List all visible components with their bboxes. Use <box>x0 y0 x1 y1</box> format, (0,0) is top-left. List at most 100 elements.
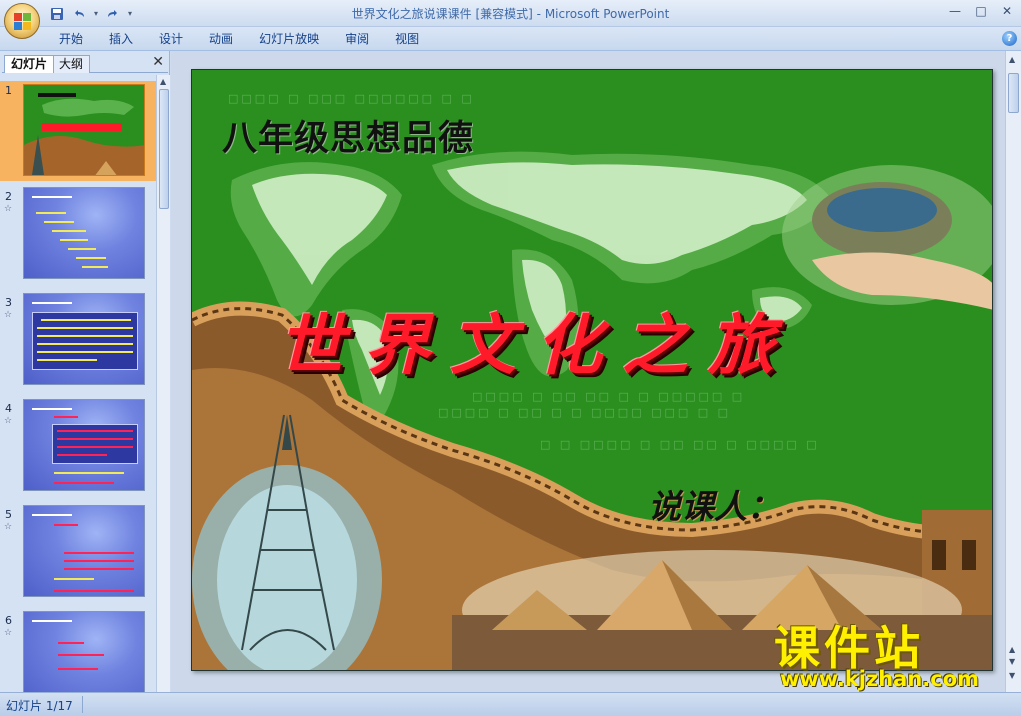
scroll-down-icon[interactable]: ▼ <box>1009 657 1015 666</box>
slide-thumbnail[interactable] <box>23 293 145 385</box>
status-bar: 幻灯片 1/17 <box>0 692 1021 716</box>
thumbnail-row[interactable]: 4 ☆ <box>0 399 156 499</box>
thumbnail-row[interactable]: 3 ☆ <box>0 293 156 393</box>
thumbnail-text-line <box>54 482 114 484</box>
office-button[interactable] <box>4 3 40 39</box>
thumbnail-text-box <box>52 424 138 464</box>
pane-close-icon[interactable]: ✕ <box>152 54 164 70</box>
thumbnail-heading <box>32 514 72 516</box>
editor-scrollbar[interactable]: ▲ ▲ ▼ ▼ <box>1005 51 1021 692</box>
thumbnail-bullet <box>76 257 106 259</box>
previous-slide-icon[interactable]: ▲ <box>1009 645 1015 654</box>
thumbnail-tag <box>58 642 84 644</box>
thumbnail-row[interactable]: 6 ☆ <box>0 611 156 692</box>
document-title: 世界文化之旅说课课件 [兼容模式] <box>351 7 533 21</box>
slide-thumbnail[interactable] <box>23 399 145 491</box>
close-button[interactable]: ✕ <box>999 3 1015 19</box>
thumbnail-text-line <box>64 568 134 570</box>
thumbnail-row[interactable]: 5 ☆ <box>0 505 156 605</box>
thumbnail-text-line <box>37 359 97 361</box>
thumbnail-text-line <box>37 335 133 337</box>
scroll-up-icon[interactable]: ▲ <box>160 77 166 86</box>
slide-placeholder-text: □□□□ □ □□□ □□□□□□ □ □ <box>228 92 475 105</box>
slide-placeholder-text: □□□□ □ □□ □□ □ □ □□□□□ □ <box>472 390 746 403</box>
animation-star-icon: ☆ <box>4 204 13 214</box>
thumbnail-text-line <box>54 590 134 592</box>
tab-outline[interactable]: 大纲 <box>52 55 91 73</box>
thumbnail-text-line <box>64 552 134 554</box>
thumbnail-row[interactable]: 1 <box>0 81 156 181</box>
slide-thumbnail-preview <box>24 85 144 175</box>
title-separator: - <box>532 7 545 21</box>
watermark-url: www.kjzhan.com <box>780 667 980 691</box>
slide-speaker-label[interactable]: 说课人： <box>648 480 780 528</box>
thumbnail-text-line <box>41 319 131 321</box>
thumbnail-text-line <box>37 327 133 329</box>
tab-slideshow[interactable]: 幻灯片放映 <box>246 31 332 49</box>
thumbnail-bullet <box>60 239 88 241</box>
thumbnail-heading <box>32 196 72 198</box>
slide-title[interactable]: 世界文化之旅 <box>278 292 794 388</box>
window-title: 世界文化之旅说课课件 [兼容模式] - Microsoft PowerPoint <box>0 5 1021 22</box>
status-divider <box>82 696 83 713</box>
slide-indicator: 幻灯片 1/17 <box>6 699 73 713</box>
slide-editor: □□□□ □ □□□ □□□□□□ □ □ □□□□ □ □□ □□ □ □ □… <box>171 51 1005 692</box>
pane-tabs: 幻灯片 大纲 ✕ <box>2 53 168 73</box>
thumbnail-scrollbar[interactable]: ▲ <box>156 75 170 692</box>
animation-star-icon: ☆ <box>4 310 13 320</box>
animation-star-icon: ☆ <box>4 522 13 532</box>
slide-number: 3 <box>5 296 12 309</box>
slide-number: 5 <box>5 508 12 521</box>
thumbnail-text-line <box>54 578 94 580</box>
ribbon: 开始 插入 设计 动画 幻灯片放映 审阅 视图 ? <box>0 27 1021 51</box>
thumbnail-heading <box>32 620 72 622</box>
animation-star-icon: ☆ <box>4 416 13 426</box>
thumbnail-text-line <box>57 438 133 440</box>
slide-number: 1 <box>5 84 12 97</box>
thumbnail-text-line <box>57 454 107 456</box>
thumbnail-tag <box>58 668 98 670</box>
thumbnail-text-line <box>57 446 133 448</box>
thumbnail-text-box <box>32 312 138 370</box>
slide-number: 2 <box>5 190 12 203</box>
slide-subtitle[interactable]: 八年级思想品德 <box>222 110 474 161</box>
next-slide-icon[interactable]: ▼ <box>1009 671 1015 680</box>
tab-animations[interactable]: 动画 <box>196 31 246 49</box>
thumbnail-list: 1 2 ☆ 3 ☆ 4 ☆ 5 ☆ 6 ☆ <box>0 75 156 692</box>
slide-thumbnail[interactable] <box>23 187 145 279</box>
tab-view[interactable]: 视图 <box>382 31 432 49</box>
scrollbar-thumb[interactable] <box>1008 73 1019 113</box>
tab-design[interactable]: 设计 <box>146 31 196 49</box>
tab-review[interactable]: 审阅 <box>332 31 382 49</box>
current-slide[interactable]: □□□□ □ □□□ □□□□□□ □ □ □□□□ □ □□ □□ □ □ □… <box>191 69 993 671</box>
scroll-up-icon[interactable]: ▲ <box>1009 55 1015 64</box>
title-bar: ▾ ▾ 世界文化之旅说课课件 [兼容模式] - Microsoft PowerP… <box>0 0 1021 27</box>
help-icon[interactable]: ? <box>1002 31 1017 46</box>
tab-home[interactable]: 开始 <box>46 31 96 49</box>
slide-placeholder-text: □ □ □□□□ □ □□ □□ □ □□□□ □ <box>540 438 820 451</box>
slide-placeholder-text: □□□□ □ □□ □ □ □□□□ □□□ □ □ <box>438 406 732 419</box>
thumbnail-bullet <box>44 221 74 223</box>
minimize-button[interactable]: — <box>947 3 963 19</box>
window-controls: — □ ✕ <box>947 3 1015 19</box>
thumbnail-bullet <box>52 230 86 232</box>
tab-slides[interactable]: 幻灯片 <box>4 55 55 73</box>
thumbnail-tag <box>54 524 78 526</box>
thumbnail-text-line <box>37 351 133 353</box>
thumbnail-heading <box>32 408 72 410</box>
tab-insert[interactable]: 插入 <box>96 31 146 49</box>
slide-thumbnail[interactable] <box>23 611 145 692</box>
thumbnail-tag <box>58 654 104 656</box>
slide-thumbnail[interactable] <box>23 84 145 176</box>
application-name: Microsoft PowerPoint <box>544 7 670 21</box>
animation-star-icon: ☆ <box>4 628 13 638</box>
thumbnail-heading <box>32 302 72 304</box>
thumbnail-bullet <box>82 266 108 268</box>
thumbnail-row[interactable]: 2 ☆ <box>0 187 156 287</box>
slide-number: 4 <box>5 402 12 415</box>
thumbnail-tag <box>54 416 78 418</box>
slides-pane: 幻灯片 大纲 ✕ 1 2 ☆ 3 ☆ 4 ☆ 5 ☆ 6 ☆ ▲ <box>0 51 170 692</box>
scrollbar-thumb[interactable] <box>159 89 169 209</box>
maximize-button[interactable]: □ <box>973 3 989 19</box>
slide-thumbnail[interactable] <box>23 505 145 597</box>
